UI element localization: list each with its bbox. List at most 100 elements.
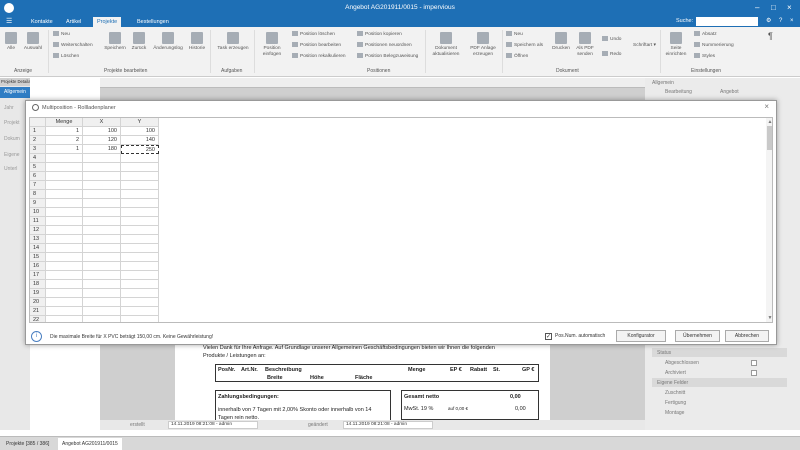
tab-artikel[interactable]: Artikel: [62, 17, 85, 27]
cell-y[interactable]: [121, 280, 159, 289]
cell-menge[interactable]: [46, 316, 83, 322]
sidebar-item-unterlagen[interactable]: Unterl: [4, 166, 17, 172]
cell-menge[interactable]: [46, 190, 83, 199]
cell-x[interactable]: [83, 172, 121, 181]
cell-y[interactable]: [121, 235, 159, 244]
gear-icon[interactable]: ⚙: [766, 16, 771, 27]
position-loeschen-button[interactable]: Position löschen: [292, 31, 335, 38]
help-icon[interactable]: ?: [779, 16, 782, 27]
speichern-als-button[interactable]: Speichern als: [506, 42, 543, 49]
sidebar-item-projekt[interactable]: Projekt: [4, 120, 20, 126]
cell-y[interactable]: [121, 298, 159, 307]
cell-y[interactable]: [121, 289, 159, 298]
maximize-icon[interactable]: □: [771, 3, 776, 13]
cell-y[interactable]: [121, 307, 159, 316]
position-belegzuweisung-button[interactable]: Position Belegzuweisung: [357, 53, 418, 60]
cell-x[interactable]: [83, 208, 121, 217]
cell-y[interactable]: [121, 316, 159, 322]
loeschen-button[interactable]: Löschen: [53, 53, 79, 60]
cell-menge[interactable]: [46, 235, 83, 244]
cell-menge[interactable]: [46, 154, 83, 163]
zurueck-button[interactable]: Zurück: [128, 32, 150, 52]
scroll-down-icon[interactable]: ▼: [767, 315, 772, 321]
cell-x[interactable]: 120: [83, 136, 121, 145]
cell-y[interactable]: [121, 271, 159, 280]
cell-menge[interactable]: [46, 172, 83, 181]
sidebar-item-allgemein[interactable]: Allgemein: [0, 87, 30, 98]
redo-button[interactable]: Redo: [602, 51, 621, 58]
cell-y[interactable]: 140: [121, 136, 159, 145]
sidebar-item-dokumente[interactable]: Dokum: [4, 136, 20, 142]
cell-menge[interactable]: 1: [46, 127, 83, 136]
seite-einrichten-button[interactable]: Seite einrichten: [664, 32, 688, 57]
cell-x[interactable]: [83, 316, 121, 322]
bottom-tab-angebot[interactable]: Angebot AG201911/0015: [58, 438, 122, 450]
cell-menge[interactable]: [46, 280, 83, 289]
search-input[interactable]: [696, 17, 758, 26]
cell-menge[interactable]: [46, 289, 83, 298]
cell-menge[interactable]: [46, 298, 83, 307]
cell-x[interactable]: [83, 199, 121, 208]
drucken-button[interactable]: Drucken: [550, 32, 572, 52]
cell-menge[interactable]: 1: [46, 145, 83, 154]
cell-y[interactable]: [121, 208, 159, 217]
cell-y[interactable]: [121, 181, 159, 190]
cell-x[interactable]: 180: [83, 145, 121, 154]
cell-menge[interactable]: [46, 226, 83, 235]
auswahl-button[interactable]: Auswahl: [22, 32, 44, 52]
cell-x[interactable]: [83, 244, 121, 253]
konfigurator-button[interactable]: Konfigurator: [616, 330, 666, 342]
app-menu-icon[interactable]: ☰: [6, 16, 12, 27]
abbrechen-button[interactable]: Abbrechen: [725, 330, 769, 342]
historie-button[interactable]: Historie: [186, 32, 208, 52]
position-kopieren-button[interactable]: Position kopieren: [357, 31, 402, 38]
pos-num-checkbox[interactable]: ✓: [545, 333, 552, 340]
schriftart-dropdown[interactable]: Schriftart ▾: [633, 43, 656, 49]
archiviert-checkbox[interactable]: [751, 370, 757, 376]
dokument-neu-button[interactable]: Neu: [506, 31, 523, 38]
tab-bestellungen[interactable]: Bestellungen: [133, 17, 173, 27]
cell-x[interactable]: [83, 217, 121, 226]
cell-y[interactable]: [121, 172, 159, 181]
positionen-neuordnen-button[interactable]: Positionen neuordnen: [357, 42, 412, 49]
position-rekalkulieren-button[interactable]: Position rekalkulieren: [292, 53, 346, 60]
bottom-tab-projekte[interactable]: Projekte [385 / 386]: [2, 438, 53, 450]
cell-menge[interactable]: [46, 181, 83, 190]
pdf-anlage-button[interactable]: PDF Anlage erzeugen: [467, 32, 499, 57]
cell-menge[interactable]: [46, 244, 83, 253]
speichern-button[interactable]: Speichern: [104, 32, 126, 52]
tab-projekte[interactable]: Projekte: [93, 17, 122, 27]
cell-y[interactable]: [121, 163, 159, 172]
dokument-aktualisieren-button[interactable]: Dokument aktualisieren: [428, 32, 464, 57]
cell-y[interactable]: [121, 154, 159, 163]
cell-y[interactable]: [121, 253, 159, 262]
neu-button[interactable]: Neu: [53, 31, 70, 38]
scroll-up-icon[interactable]: ▲: [767, 119, 772, 125]
oeffnen-button[interactable]: Öffnen: [506, 53, 528, 60]
cell-x[interactable]: [83, 163, 121, 172]
cell-menge[interactable]: [46, 271, 83, 280]
cell-menge[interactable]: 2: [46, 136, 83, 145]
undo-button[interactable]: Undo: [602, 36, 621, 43]
grid-header-menge[interactable]: Menge: [46, 118, 83, 127]
cell-x[interactable]: [83, 271, 121, 280]
scrollbar-thumb[interactable]: [767, 126, 772, 150]
cell-menge[interactable]: [46, 199, 83, 208]
aenderungslog-button[interactable]: Änderungslog: [150, 32, 186, 52]
cell-y[interactable]: [121, 217, 159, 226]
right-panel-bearbeitung[interactable]: Bearbeitung: [665, 89, 692, 95]
absatz-button[interactable]: Absatz: [694, 31, 717, 38]
close-tab-icon[interactable]: ×: [790, 16, 794, 27]
cell-x[interactable]: 100: [83, 127, 121, 136]
cell-y[interactable]: [121, 190, 159, 199]
cell-y[interactable]: [121, 262, 159, 271]
cell-x[interactable]: [83, 226, 121, 235]
cell-menge[interactable]: [46, 262, 83, 271]
right-panel-angebot[interactable]: Angebot: [720, 89, 739, 95]
nummerierung-button[interactable]: Nummerierung: [694, 42, 734, 49]
uebernehmen-button[interactable]: Übernehmen: [675, 330, 720, 342]
cell-x[interactable]: [83, 190, 121, 199]
cell-x[interactable]: [83, 253, 121, 262]
styles-button[interactable]: Styles: [694, 53, 715, 60]
cell-x[interactable]: [83, 307, 121, 316]
